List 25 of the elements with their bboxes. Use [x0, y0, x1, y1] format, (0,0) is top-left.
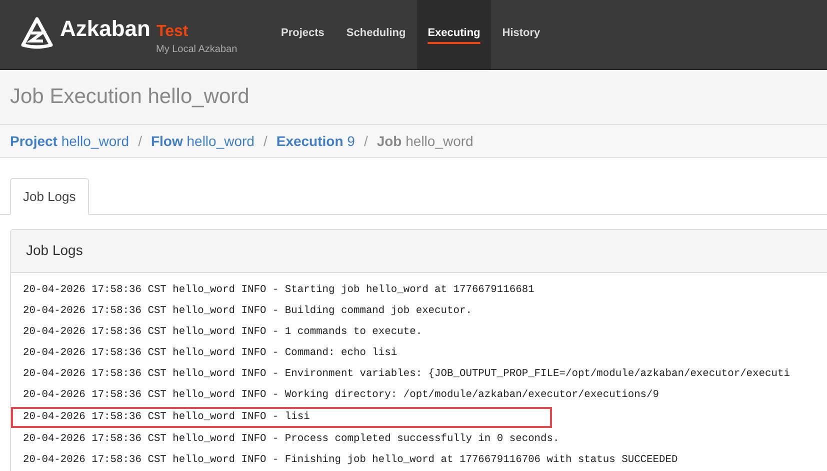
nav-link[interactable]: Executing — [416, 0, 492, 69]
breadcrumb-separator: / — [364, 133, 368, 149]
log-line: 20-04-2026 17:58:36 CST hello_word INFO - Command: echo lisi — [22, 346, 398, 361]
nav-link[interactable]: Projects — [270, 0, 336, 69]
log-line: 20-04-2026 17:58:36 CST hello_word INFO - Building command job executor. — [22, 304, 473, 319]
breadcrumb-separator: / — [138, 133, 142, 149]
logo-icon — [20, 16, 54, 50]
environment-label: Test — [156, 23, 188, 41]
breadcrumb-link[interactable]: Execution 9 — [276, 133, 355, 149]
breadcrumb-link[interactable]: Flow hello_word — [150, 133, 254, 149]
log-line: 20-04-2026 17:58:36 CST hello_word INFO - Process completed successfully in 0 seconds. — [22, 432, 560, 447]
breadcrumb-link[interactable]: Project hello_word — [10, 133, 130, 149]
nav-link[interactable]: Scheduling — [335, 0, 417, 69]
nav-link[interactable]: History — [491, 0, 552, 69]
log-line: 20-04-2026 17:58:36 CST hello_word INFO - Environment variables: {JOB_OUTPUT_PROP_FILE=/opt/module/azkaban/executor/executi — [22, 367, 791, 382]
log-line: 20-04-2026 17:58:36 CST hello_word INFO - Working directory: /opt/module/azkaban/executor/executions/9 — [22, 388, 660, 403]
tab[interactable]: Job Logs — [10, 178, 89, 215]
log-line: 20-04-2026 17:58:36 CST hello_word INFO - Finishing job hello_word at 1776679116706 with status SUCCEEDED — [22, 453, 679, 468]
brand-subtitle: My Local Azkaban — [156, 44, 238, 55]
panel-title: Job Logs — [26, 242, 83, 258]
log-line: 20-04-2026 17:58:36 CST hello_word INFO - 1 commands to execute. — [22, 325, 424, 340]
breadcrumb-separator: / — [263, 133, 268, 149]
log-line: 20-04-2026 17:58:36 CST hello_word INFO - Starting job hello_word at 1776679116681 — [22, 283, 536, 298]
page-title: Job Execution hello_word — [10, 85, 250, 109]
brand-name[interactable]: Azkaban — [60, 16, 150, 42]
